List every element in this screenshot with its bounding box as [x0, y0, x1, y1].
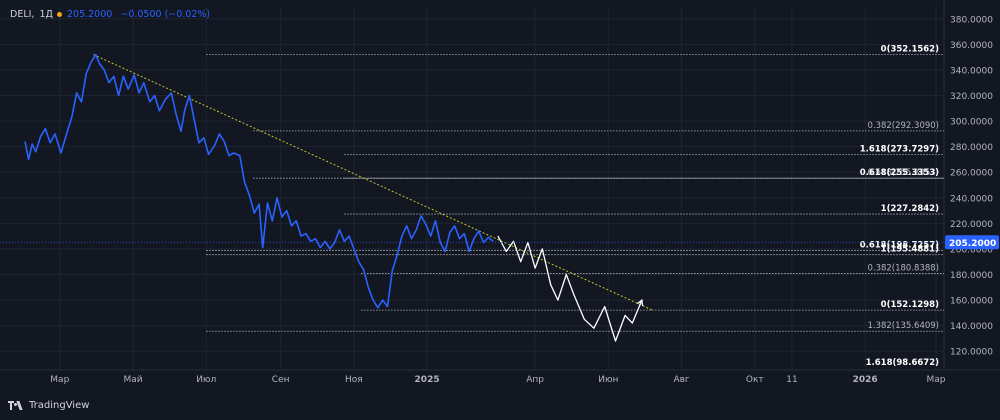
price-axis[interactable]: 120.0000140.0000160.0000180.0000200.0000… — [950, 15, 993, 357]
y-tick-label: 180.0000 — [950, 271, 993, 281]
x-tick-label: Сен — [272, 375, 290, 385]
y-tick-label: 360.0000 — [950, 41, 993, 51]
market-status-dot — [56, 11, 62, 17]
brand-name: TradingView — [29, 400, 90, 411]
y-tick-label: 160.0000 — [950, 297, 993, 307]
fib-level-label: 0(352.1562) — [881, 44, 939, 54]
last-price-tag-label: 205.2000 — [949, 239, 996, 249]
symbol-name[interactable]: DELI — [10, 9, 31, 20]
trendline-layer[interactable] — [93, 54, 653, 311]
price-series-line — [24, 53, 494, 309]
y-tick-label: 300.0000 — [950, 118, 993, 128]
x-tick-label: 2026 — [853, 375, 878, 385]
price-change: −0.0500 (−0.02%) — [120, 9, 211, 20]
x-tick-label: Апр — [526, 375, 544, 385]
x-tick-label: Ноя — [345, 375, 363, 385]
fibonacci-levels[interactable]: 0(352.1562) 0.382(292.3090) 1.618(273.7297… — [206, 44, 944, 368]
y-tick-label: 280.0000 — [950, 143, 993, 153]
fib-level-label: 1.618(98.6672) — [866, 358, 939, 368]
chart-svg[interactable]: 0(352.1562) 0.382(292.3090) 1.618(273.7297… — [0, 0, 1000, 416]
y-tick-label: 140.0000 — [950, 322, 993, 332]
y-tick-label: 120.0000 — [950, 348, 993, 358]
tradingview-logo[interactable]: TradingView — [8, 400, 89, 411]
x-tick-label: Авг — [673, 375, 689, 385]
fib-level-label: 1.618(273.7297) — [860, 145, 939, 155]
time-axis[interactable]: Мар Май Июл Сен Ноя 2025 Апр Июн Авг Окт 11 2026 Мар — [50, 375, 945, 385]
x-tick-label: 11 — [786, 375, 797, 385]
descending-trendline — [93, 54, 653, 311]
x-tick-label: Мар — [50, 375, 69, 385]
y-tick-label: 320.0000 — [950, 92, 993, 102]
fib-level-label: 0.382(292.3090) — [867, 121, 939, 131]
grid-lines — [0, 0, 1000, 371]
y-tick-label: 260.0000 — [950, 169, 993, 179]
y-tick-label: 240.0000 — [950, 194, 993, 204]
fib-level-label: 0.618(255.3353) — [860, 168, 939, 178]
x-tick-label: Июл — [196, 375, 216, 385]
y-tick-label: 380.0000 — [950, 15, 993, 25]
y-tick-label: 220.0000 — [950, 220, 993, 230]
fib-level-label: 1(227.2842) — [881, 204, 939, 214]
chart-area[interactable]: 0(352.1562) 0.382(292.3090) 1.618(273.7297… — [0, 0, 1000, 416]
last-price-tag-layer: 205.2000 — [0, 235, 999, 250]
fib-level-label: 1.382(135.6409) — [867, 321, 939, 331]
last-value: 205.2000 — [66, 9, 113, 20]
fib-level-label: 0.382(180.8388) — [867, 263, 939, 273]
x-tick-label: Июн — [598, 375, 618, 385]
symbol-header: DELI, 1Д 205.2000 −0.0500 (−0.02%) — [10, 9, 211, 20]
x-tick-label: Май — [123, 375, 142, 385]
x-tick-label: Окт — [746, 375, 764, 385]
timeframe-label[interactable]: 1Д — [39, 9, 52, 20]
fib-level-label: 1(195.4881) — [881, 245, 939, 255]
y-tick-label: 340.0000 — [950, 66, 993, 76]
fib-level-label: 0(152.1298) — [881, 300, 939, 310]
x-tick-label: 2025 — [415, 375, 440, 385]
x-tick-label: Мар — [927, 375, 946, 385]
tradingview-logo-icon — [8, 401, 24, 410]
